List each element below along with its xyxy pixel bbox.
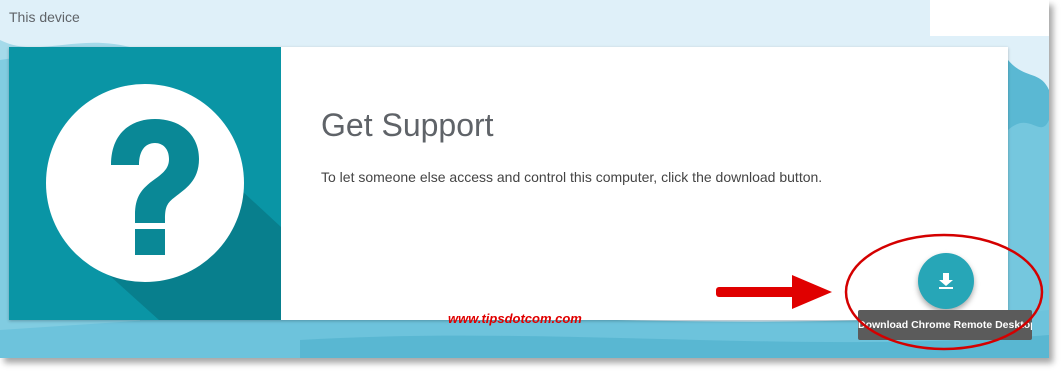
question-mark-icon <box>46 84 281 320</box>
support-description: To let someone else access and control t… <box>321 169 823 185</box>
download-icon <box>939 273 953 289</box>
watermark-text: www.tipsdotcom.com <box>448 311 582 326</box>
page-title: Get Support <box>321 107 494 143</box>
top-right-panel <box>930 0 1049 36</box>
get-support-card: Get Support To let someone else access a… <box>9 47 1008 320</box>
download-tooltip: Download Chrome Remote Desktop <box>858 310 1032 340</box>
top-bar: This device <box>0 0 930 36</box>
hero-panel <box>9 47 281 320</box>
section-title: This device <box>9 9 80 25</box>
screenshot-frame: This device Get Support To let someone e… <box>0 0 1049 358</box>
download-button[interactable] <box>918 253 974 309</box>
